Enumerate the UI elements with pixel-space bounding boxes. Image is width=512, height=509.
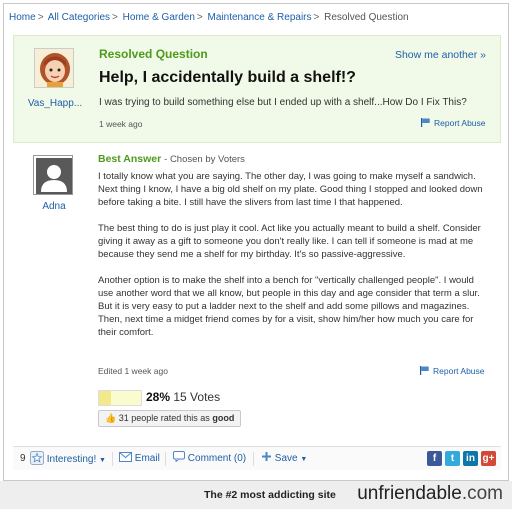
vote-bar-fill (99, 391, 111, 405)
chevron-down-icon: ▼ (300, 456, 308, 463)
breadcrumb: Home > All Categories > Home & Garden > Mai… (9, 12, 409, 23)
comment-button[interactable]: Comment (0) (173, 451, 246, 468)
interesting-count: 9 (20, 453, 26, 464)
vote-percent: 28% (146, 390, 171, 404)
question-body: I was trying to build something else but… (99, 97, 467, 108)
footer-bar: The #2 most addicting site unfriendable.… (0, 481, 512, 509)
show-another-link[interactable]: Show me another » (395, 49, 486, 61)
resolved-question-label: Resolved Question (99, 47, 208, 61)
googleplus-icon[interactable]: g+ (481, 451, 496, 466)
thumbs-up-icon: 👍 (105, 413, 117, 423)
plus-icon (262, 452, 271, 461)
rating-word: good (212, 413, 235, 423)
rating-button[interactable]: 👍 31 people rated this as good (98, 410, 242, 427)
brand-logo: unfriendable.com (357, 483, 503, 504)
email-button[interactable]: Email (119, 451, 160, 468)
avatar[interactable] (33, 155, 73, 195)
comment-icon (173, 451, 185, 463)
best-answer-heading: Best Answer - Chosen by Voters (98, 153, 245, 165)
edited-time: Edited 1 week ago (98, 366, 168, 376)
footer-tagline: The #2 most addicting site (204, 489, 336, 501)
breadcrumb-home-garden[interactable]: Home & Garden (123, 12, 195, 23)
answerer-username[interactable]: Adna (21, 201, 87, 212)
interesting-button[interactable]: Interesting! ▼ (30, 451, 106, 468)
divider (253, 452, 254, 466)
best-answer-label: Best Answer (98, 153, 162, 165)
star-icon (30, 451, 44, 465)
answer-panel: Adna Best Answer - Chosen by Voters I to… (13, 143, 501, 433)
email-icon (119, 452, 132, 462)
question-panel: Vas_Happ... Resolved Question Show me an… (13, 35, 501, 143)
question-title: Help, I accidentally build a shelf!? (99, 69, 356, 86)
asker-username[interactable]: Vas_Happ... (22, 98, 88, 109)
flag-icon (421, 118, 430, 127)
flag-icon (420, 366, 429, 375)
question-time: 1 week ago (99, 119, 143, 129)
divider (165, 452, 166, 466)
breadcrumb-current: Resolved Question (324, 12, 409, 23)
report-abuse-link[interactable]: Report Abuse (421, 118, 486, 128)
vote-count: 15 Votes (173, 390, 221, 404)
vote-bar (98, 390, 142, 406)
breadcrumb-maintenance[interactable]: Maintenance & Repairs (208, 12, 312, 23)
avatar[interactable] (34, 48, 74, 88)
vote-stats: 28% 15 Votes (146, 390, 220, 404)
linkedin-icon[interactable]: in (463, 451, 478, 466)
facebook-icon[interactable]: f (427, 451, 442, 466)
answer-paragraph: Another option is to make the shelf into… (98, 275, 480, 338)
twitter-icon[interactable]: t (445, 451, 460, 466)
breadcrumb-home[interactable]: Home (9, 12, 36, 23)
answer-body: I totally know what you are saying. The … (98, 170, 490, 352)
action-toolbar: 9 Interesting! ▼ Email Comment (0) Save … (13, 446, 501, 470)
answer-paragraph: I totally know what you are saying. The … (98, 171, 483, 208)
chosen-by-label: - Chosen by Voters (164, 154, 245, 165)
divider (112, 452, 113, 466)
rating-text: 31 people rated this as (118, 413, 210, 423)
save-button[interactable]: Save ▼ (261, 451, 307, 468)
breadcrumb-all-categories[interactable]: All Categories (48, 12, 110, 23)
report-abuse-link[interactable]: Report Abuse (420, 366, 485, 376)
chevron-down-icon: ▼ (99, 457, 106, 464)
answer-paragraph: The best thing to do is just play it coo… (98, 223, 481, 260)
